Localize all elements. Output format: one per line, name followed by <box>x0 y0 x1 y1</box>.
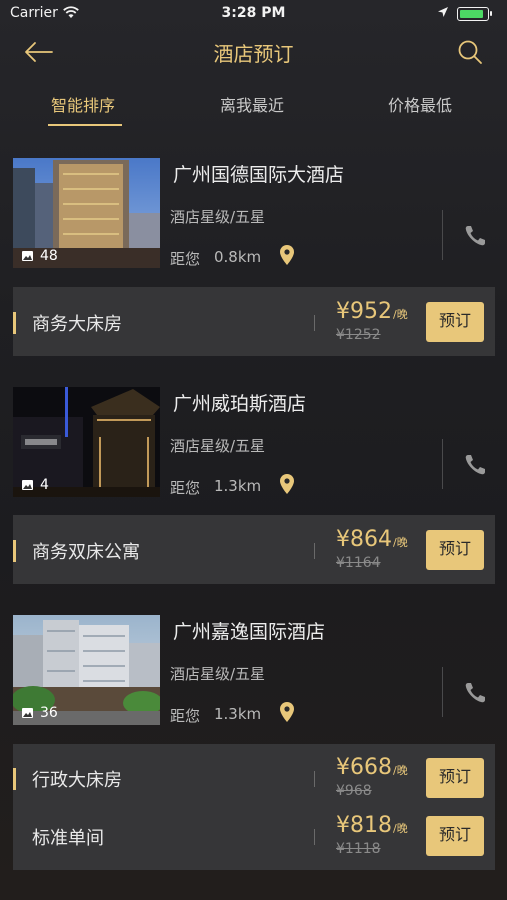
room-marker <box>13 768 16 790</box>
hotel-star-rating: 酒店星级/五星 <box>170 208 266 226</box>
hotel-card[interactable]: 36 广州嘉逸国际酒店 酒店星级/五星 距您 1.3km <box>13 615 495 727</box>
status-bar: Carrier 3:28 PM <box>0 0 507 28</box>
price-unit: /晚 <box>393 822 408 835</box>
divider <box>442 439 443 489</box>
photo-count-value: 36 <box>40 705 58 721</box>
room-price: ¥864/晚 <box>336 527 408 552</box>
room-list: 商务双床公寓 ¥864/晚 ¥1164 预订 <box>13 515 495 584</box>
search-icon[interactable] <box>456 38 484 66</box>
location-arrow-icon <box>438 7 448 17</box>
page-title: 酒店预订 <box>213 42 294 66</box>
map-pin-icon[interactable] <box>278 701 296 723</box>
room-list: 行政大床房 ¥668/晚 ¥968 预订 标准单间 ¥818/晚 ¥1118 预… <box>13 744 495 870</box>
photo-count: 48 <box>21 248 58 264</box>
hotel-star-rating: 酒店星级/五星 <box>170 665 266 683</box>
room-list: 商务大床房 ¥952/晚 ¥1252 预订 <box>13 287 495 356</box>
hotel-photo[interactable]: 36 <box>13 615 160 725</box>
distance-label: 距您 <box>170 479 201 497</box>
room-marker <box>13 312 16 334</box>
original-price: ¥968 <box>336 783 372 799</box>
photo-count-value: 4 <box>40 477 49 493</box>
distance-value: 1.3km <box>214 705 262 723</box>
book-button[interactable]: 预订 <box>426 816 484 856</box>
price-value: ¥668 <box>336 755 392 780</box>
tab-nearest[interactable]: 离我最近 <box>220 92 284 116</box>
tab-lowest-price[interactable]: 价格最低 <box>388 92 452 116</box>
hotel-photo[interactable]: 48 <box>13 158 160 268</box>
active-tab-indicator <box>48 124 122 126</box>
room-marker <box>13 540 16 562</box>
divider <box>314 315 315 331</box>
room-price: ¥818/晚 <box>336 813 408 838</box>
divider <box>314 771 315 787</box>
room-price: ¥668/晚 <box>336 755 408 780</box>
room-row[interactable]: 标准单间 ¥818/晚 ¥1118 预订 <box>13 807 495 865</box>
room-name: 商务大床房 <box>32 314 122 335</box>
distance-value: 0.8km <box>214 248 262 266</box>
distance-value: 1.3km <box>214 477 262 495</box>
price-value: ¥952 <box>336 299 392 324</box>
original-price: ¥1164 <box>336 555 381 571</box>
distance-label: 距您 <box>170 250 201 268</box>
tab-smart-sort[interactable]: 智能排序 <box>51 92 115 116</box>
phone-icon[interactable] <box>463 453 487 477</box>
hotel-card[interactable]: 4 广州威珀斯酒店 酒店星级/五星 距您 1.3km <box>13 387 495 499</box>
price-unit: /晚 <box>393 536 408 549</box>
price-value: ¥818 <box>336 813 392 838</box>
photo-count: 36 <box>21 705 58 721</box>
hotel-photo[interactable]: 4 <box>13 387 160 497</box>
hotel-card[interactable]: 48 广州国德国际大酒店 酒店星级/五星 距您 0.8km <box>13 158 495 270</box>
original-price: ¥1118 <box>336 841 381 857</box>
gallery-icon <box>22 708 33 718</box>
room-row[interactable]: 商务大床房 ¥952/晚 ¥1252 预订 <box>13 293 495 351</box>
hotel-name[interactable]: 广州国德国际大酒店 <box>173 160 344 187</box>
map-pin-icon[interactable] <box>278 473 296 495</box>
divider <box>314 829 315 845</box>
sort-tabs: 智能排序 离我最近 价格最低 <box>0 80 507 130</box>
room-name: 商务双床公寓 <box>32 542 140 563</box>
distance-label: 距您 <box>170 707 201 725</box>
phone-icon[interactable] <box>463 224 487 248</box>
room-price: ¥952/晚 <box>336 299 408 324</box>
gallery-icon <box>22 480 33 490</box>
nav-bar: 酒店预订 <box>0 28 507 78</box>
hotel-name[interactable]: 广州威珀斯酒店 <box>173 389 306 416</box>
hotel-name[interactable]: 广州嘉逸国际酒店 <box>173 617 325 644</box>
battery-level <box>460 10 483 18</box>
book-button[interactable]: 预订 <box>426 758 484 798</box>
photo-count: 4 <box>21 477 49 493</box>
phone-icon[interactable] <box>463 681 487 705</box>
original-price: ¥1252 <box>336 327 381 343</box>
room-name: 标准单间 <box>32 828 104 849</box>
hotel-star-rating: 酒店星级/五星 <box>170 437 266 455</box>
divider <box>442 667 443 717</box>
room-name: 行政大床房 <box>32 770 122 791</box>
price-value: ¥864 <box>336 527 392 552</box>
divider <box>314 543 315 559</box>
battery-icon <box>457 7 492 21</box>
map-pin-icon[interactable] <box>278 244 296 266</box>
room-row[interactable]: 商务双床公寓 ¥864/晚 ¥1164 预订 <box>13 521 495 579</box>
price-unit: /晚 <box>393 308 408 321</box>
photo-count-value: 48 <box>40 248 58 264</box>
divider <box>442 210 443 260</box>
price-unit: /晚 <box>393 764 408 777</box>
clock: 3:28 PM <box>221 5 286 21</box>
room-row[interactable]: 行政大床房 ¥668/晚 ¥968 预订 <box>13 749 495 807</box>
book-button[interactable]: 预订 <box>426 530 484 570</box>
book-button[interactable]: 预订 <box>426 302 484 342</box>
gallery-icon <box>22 251 33 261</box>
